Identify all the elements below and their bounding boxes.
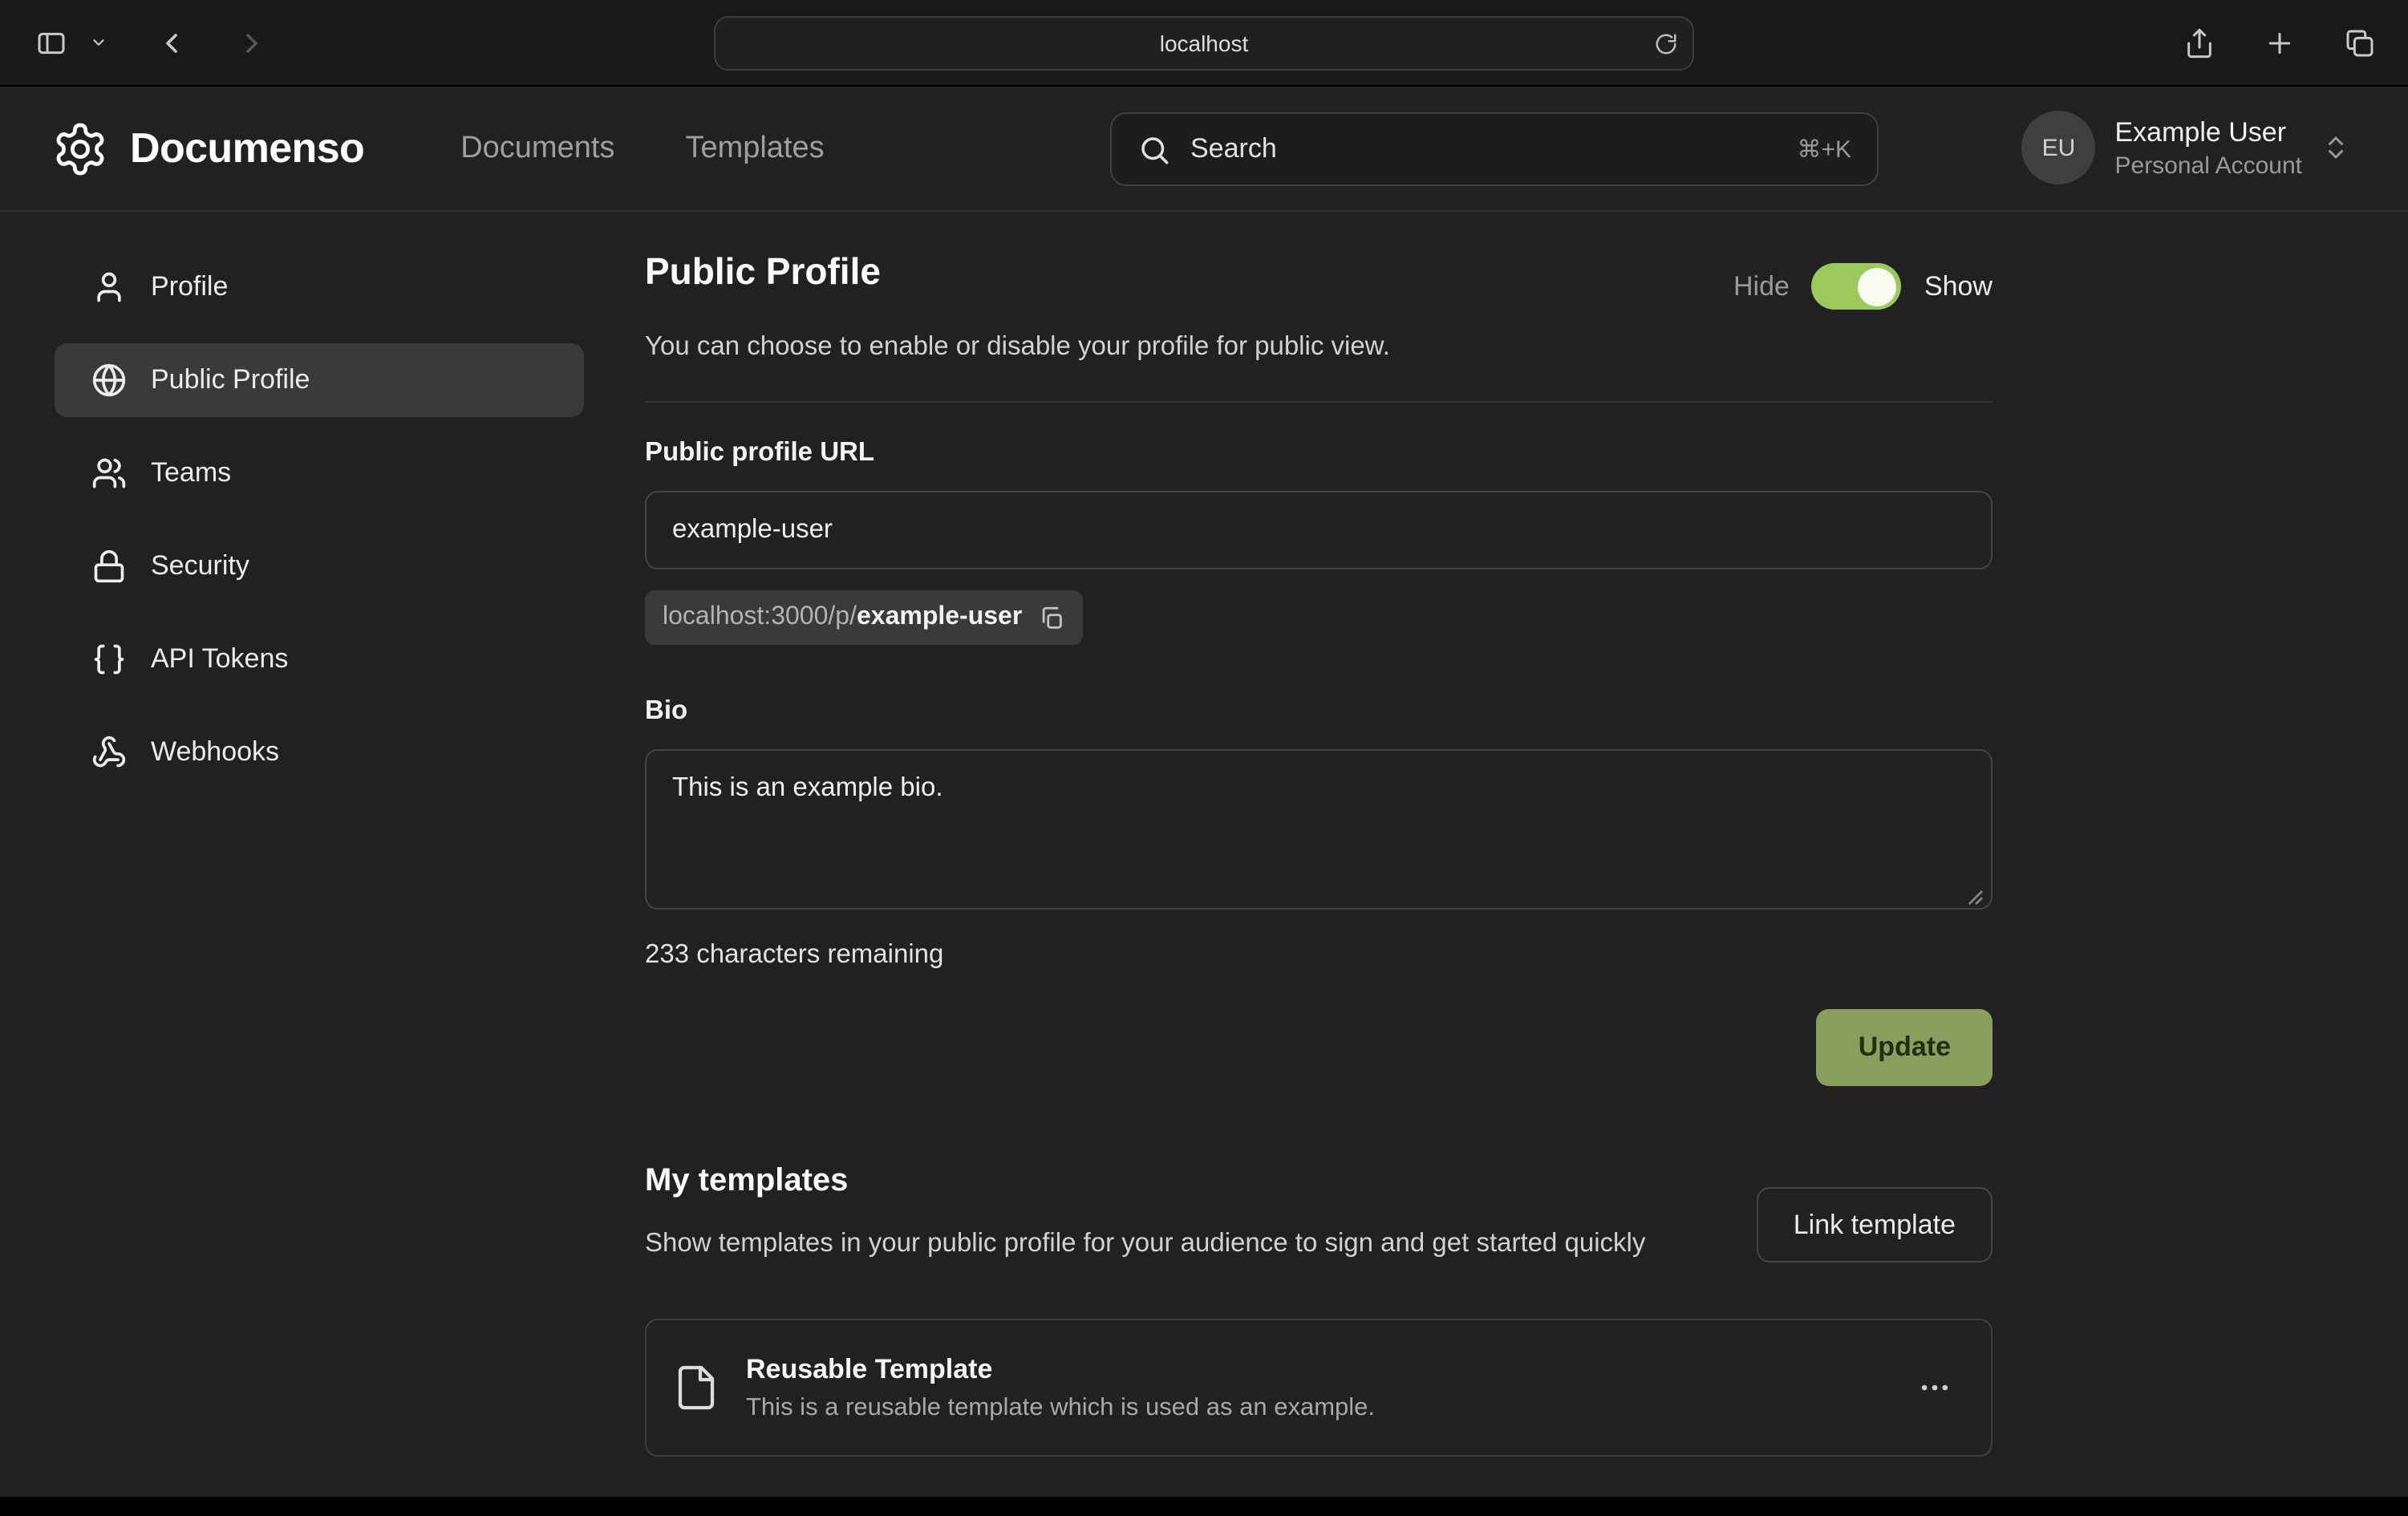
user-menu[interactable]: EU Example User Personal Account: [2022, 111, 2351, 184]
templates-title: My templates: [645, 1163, 1704, 1200]
copy-button[interactable]: [1038, 604, 1065, 631]
sidebar-panel-icon: [35, 26, 67, 59]
refresh-icon: [1654, 32, 1678, 56]
app-header: Documenso Documents Templates Search ⌘+K…: [0, 87, 2408, 212]
chevron-down-icon: [90, 34, 107, 51]
ellipsis-icon: [1917, 1371, 1952, 1406]
bio-textarea[interactable]: This is an example bio.: [645, 749, 1992, 910]
sidebar-item-label: Public Profile: [151, 364, 310, 396]
toggle-knob: [1859, 267, 1897, 306]
share-button[interactable]: [2177, 21, 2222, 66]
profile-url-label: Public profile URL: [645, 438, 1992, 468]
user-icon: [91, 270, 127, 305]
logo-gear-icon: [51, 120, 109, 177]
file-icon: [672, 1364, 720, 1413]
page-subtitle: You can choose to enable or disable your…: [645, 332, 1992, 363]
page-title: Public Profile: [645, 250, 881, 294]
new-tab-button[interactable]: [2257, 21, 2302, 66]
chars-remaining: 233 characters remaining: [645, 940, 1992, 971]
sidebar-menu-chevron-button[interactable]: [83, 27, 114, 58]
sidebar-item-label: API Tokens: [151, 643, 288, 675]
link-template-button[interactable]: Link template: [1757, 1187, 1992, 1263]
sidebar-item-teams[interactable]: Teams: [55, 436, 584, 510]
webhook-icon: [91, 735, 127, 770]
resize-handle-icon[interactable]: [1967, 889, 1984, 906]
refresh-button[interactable]: [1654, 32, 1678, 56]
window-bottom-edge: [0, 1497, 2408, 1516]
sidebar-item-profile[interactable]: Profile: [55, 250, 584, 324]
avatar: EU: [2022, 111, 2096, 184]
sidebar-item-label: Webhooks: [151, 736, 279, 768]
templates-description: Show templates in your public profile fo…: [645, 1222, 1704, 1265]
sidebar-item-public-profile[interactable]: Public Profile: [55, 343, 584, 417]
user-name: Example User: [2115, 116, 2303, 148]
template-menu-button[interactable]: [1907, 1361, 1962, 1416]
search-bar[interactable]: Search ⌘+K: [1110, 112, 1879, 186]
divider: [645, 401, 1992, 403]
forward-button[interactable]: [229, 20, 274, 65]
chevrons-up-down-icon: [2321, 133, 2350, 162]
link-prefix: localhost:3000/p/: [663, 603, 857, 632]
globe-icon: [91, 363, 127, 398]
brand-name: Documenso: [130, 124, 364, 173]
visibility-control: Hide Show: [1733, 263, 1992, 310]
back-button[interactable]: [149, 20, 194, 65]
top-nav: Documents Templates: [460, 131, 824, 166]
search-label: Search: [1190, 133, 1778, 165]
sidebar-toggle-button[interactable]: [29, 20, 74, 65]
users-icon: [91, 456, 127, 491]
chevron-left-icon: [156, 26, 188, 59]
template-card[interactable]: Reusable Template This is a reusable tem…: [645, 1319, 1992, 1457]
bio-label: Bio: [645, 696, 1992, 727]
settings-sidebar: Profile Public Profile Teams Security: [55, 250, 584, 789]
template-description: This is a reusable template which is use…: [746, 1394, 1907, 1423]
screenshot-root: localhost: [0, 0, 2408, 1516]
address-url: localhost: [1160, 30, 1249, 56]
address-bar[interactable]: localhost: [714, 16, 1694, 71]
braces-icon: [91, 642, 127, 677]
documenso-logo[interactable]: Documenso: [51, 120, 364, 177]
plus-icon: [2264, 27, 2296, 59]
copy-icon: [1038, 604, 1065, 631]
template-title: Reusable Template: [746, 1354, 1907, 1386]
nav-templates[interactable]: Templates: [685, 131, 824, 166]
tabs-icon: [2344, 27, 2376, 59]
share-icon: [2183, 27, 2215, 59]
search-shortcut: ⌘+K: [1797, 135, 1851, 164]
sidebar-item-label: Security: [151, 550, 249, 582]
account-type: Personal Account: [2115, 152, 2303, 179]
browser-chrome: localhost: [0, 0, 2408, 87]
link-slug: example-user: [857, 603, 1022, 632]
sidebar-item-label: Profile: [151, 271, 228, 303]
lock-icon: [91, 549, 127, 584]
chevron-right-icon: [236, 26, 268, 59]
tab-overview-button[interactable]: [2337, 21, 2382, 66]
sidebar-item-api-tokens[interactable]: API Tokens: [55, 622, 584, 696]
profile-link-chip[interactable]: localhost:3000/p/ example-user: [645, 590, 1083, 645]
update-button[interactable]: Update: [1817, 1009, 1992, 1086]
show-label: Show: [1924, 270, 1992, 302]
sidebar-item-webhooks[interactable]: Webhooks: [55, 715, 584, 789]
hide-label: Hide: [1733, 270, 1790, 302]
sidebar-item-security[interactable]: Security: [55, 529, 584, 603]
visibility-toggle[interactable]: [1812, 263, 1902, 310]
profile-url-input[interactable]: [645, 491, 1992, 570]
nav-documents[interactable]: Documents: [460, 131, 614, 166]
sidebar-item-label: Teams: [151, 457, 231, 489]
search-icon: [1137, 132, 1171, 166]
my-templates-section: My templates Show templates in your publ…: [645, 1163, 1992, 1457]
public-profile-settings: Public Profile Hide Show You can choose …: [645, 250, 1992, 1457]
